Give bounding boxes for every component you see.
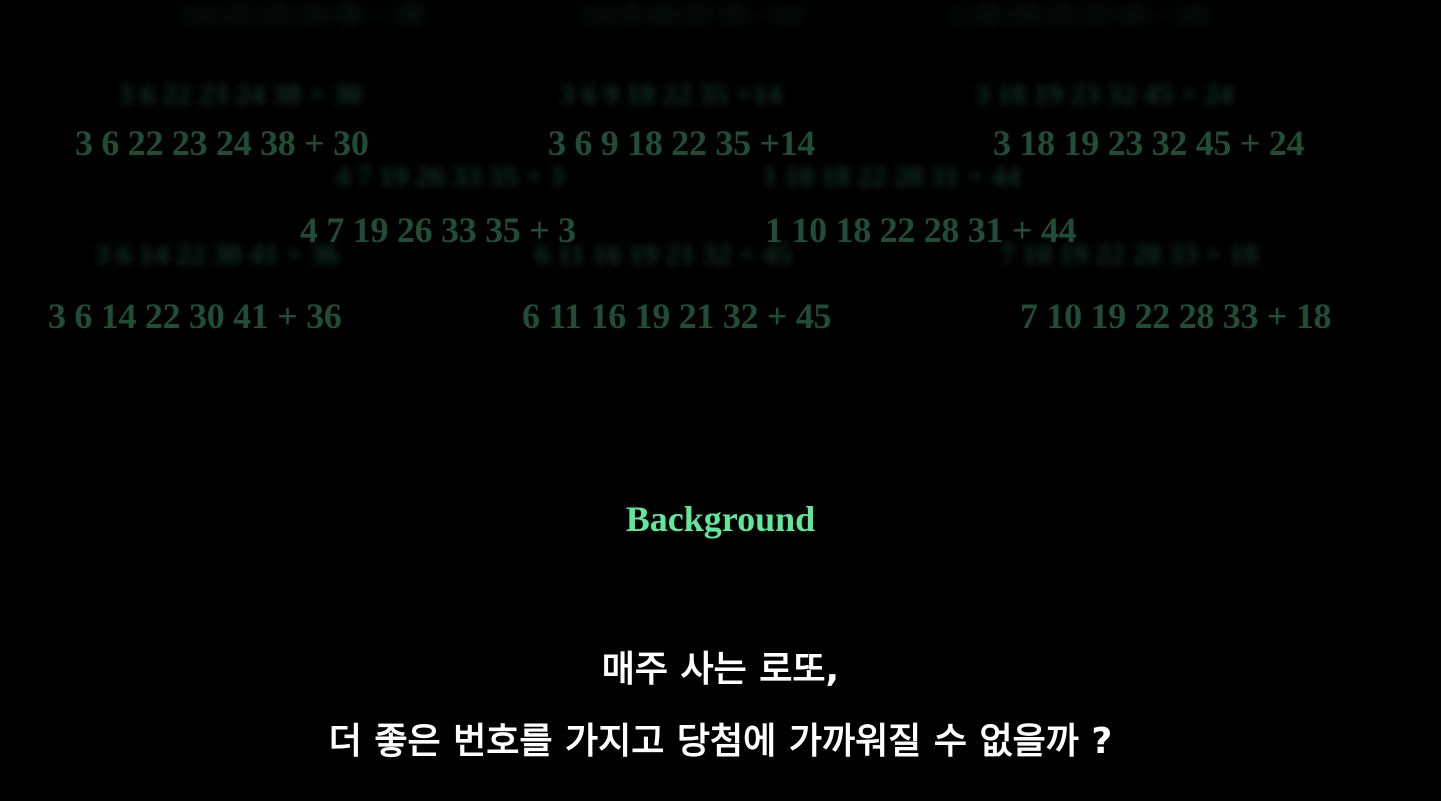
blurred-number: 3 6 14 22 30 41 + 36 — [95, 238, 339, 271]
caption-line-2: 더 좋은 번호를 가지고 당첨에 가까워질 수 없을까 ? — [328, 721, 1113, 762]
blurred-number-row-top: 3 6 22 23 24 38 + 30 3 6 9 18 22 35 +14 … — [0, 0, 1441, 60]
blurred-number-row-3: 3 6 14 22 30 41 + 36 6 11 16 19 21 32 + … — [0, 240, 1441, 300]
lotto-combination: 3 6 14 22 30 41 + 36 — [48, 296, 342, 336]
blurred-number: 4 7 19 26 33 35 + 3 — [335, 160, 564, 193]
lotto-combination: 6 11 16 19 21 32 + 45 — [522, 296, 832, 336]
blurred-number: 6 11 16 19 21 32 + 45 — [535, 238, 792, 271]
blurred-number: 3 6 9 18 22 35 +14 — [560, 78, 782, 111]
lotto-combination: 3 6 9 18 22 35 +14 — [548, 123, 816, 163]
number-row-3: 3 6 14 22 30 41 + 36 6 11 16 19 21 32 + … — [0, 298, 1441, 358]
blurred-number: 3 18 19 23 32 45 + 24 — [950, 0, 1209, 31]
blurred-number: 3 6 22 23 24 38 + 30 — [180, 0, 424, 31]
caption-line-1: 매주 사는 로또, — [601, 649, 840, 690]
blurred-number: 3 18 19 23 32 45 + 24 — [975, 78, 1234, 111]
slide-canvas: 3 6 22 23 24 38 + 30 3 6 9 18 22 35 +14 … — [0, 0, 1441, 801]
section-heading: Background — [625, 499, 816, 539]
lotto-combination: 7 10 19 22 28 33 + 18 — [1020, 296, 1332, 336]
lotto-combination: 3 18 19 23 32 45 + 24 — [993, 123, 1305, 163]
blurred-number: 3 6 22 23 24 38 + 30 — [118, 78, 362, 111]
blurred-number: 7 10 19 22 28 33 + 18 — [1000, 238, 1259, 271]
lotto-combination: 3 6 22 23 24 38 + 30 — [75, 123, 369, 163]
blurred-number: 3 6 9 18 22 35 +14 — [580, 0, 802, 31]
blurred-number: 1 10 18 22 28 31 + 44 — [762, 160, 1021, 193]
